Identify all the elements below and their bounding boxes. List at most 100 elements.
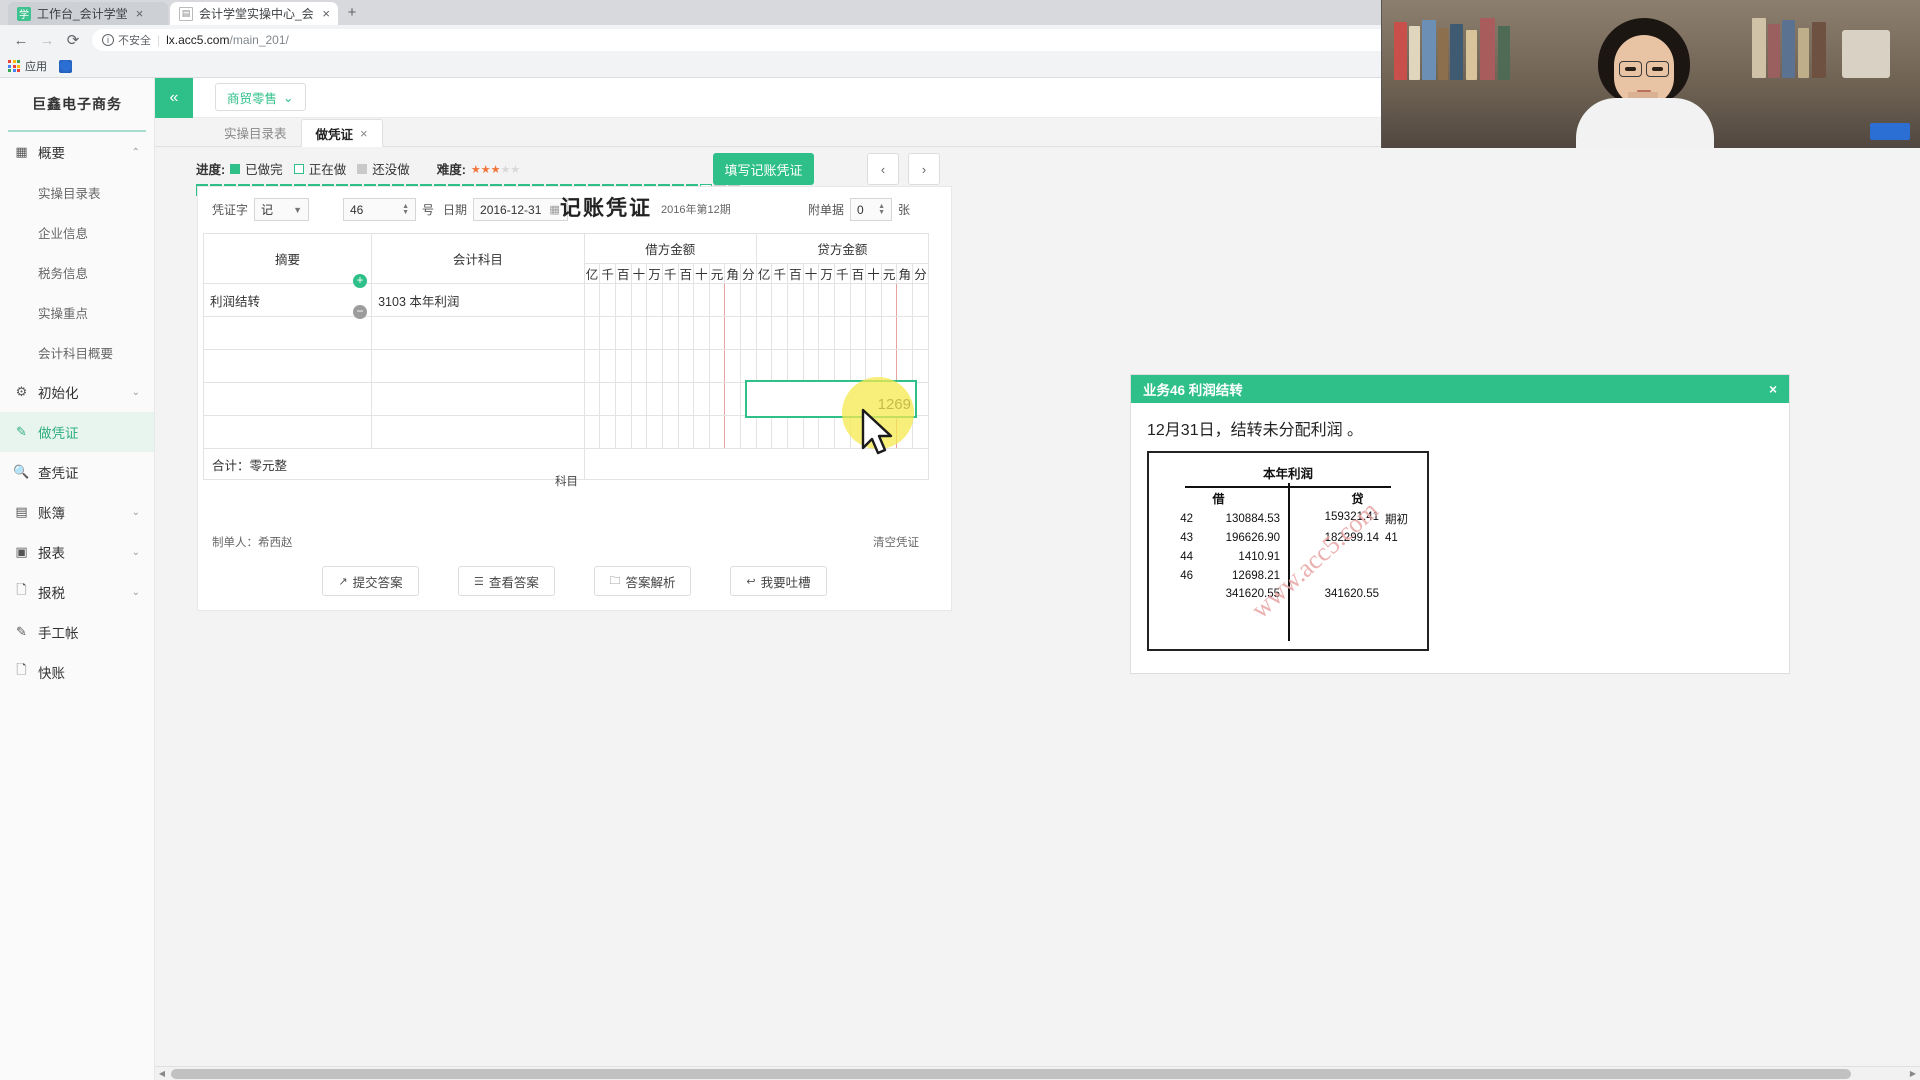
sidebar-item-reports[interactable]: ▣ 报表 ⌄	[0, 532, 154, 572]
row-amount-cell[interactable]	[630, 349, 648, 383]
row-amount-cell[interactable]	[802, 316, 820, 350]
sidebar-item-manual-book[interactable]: ✎ 手工帐	[0, 612, 154, 652]
voucher-row[interactable]: 利润结转 3103 本年利润	[202, 283, 929, 317]
row-amount-cell[interactable]	[646, 349, 663, 383]
voucher-row[interactable]	[202, 316, 929, 350]
row-amount-cell[interactable]	[912, 415, 929, 449]
row-amount-cell[interactable]	[912, 316, 929, 350]
browser-tab-2-close-icon[interactable]: ×	[322, 6, 330, 21]
row-summary-cell[interactable]	[202, 316, 373, 350]
sidebar-item-ledger[interactable]: ▤ 账簿 ⌄	[0, 492, 154, 532]
sidebar-item-company-info[interactable]: 企业信息	[0, 212, 154, 252]
row-account-cell[interactable]	[371, 349, 585, 383]
horizontal-scrollbar[interactable]: ◀ ▶	[155, 1066, 1920, 1080]
row-amount-cell[interactable]	[661, 316, 679, 350]
voucher-row[interactable]	[202, 415, 929, 449]
sidebar-item-tax-filing[interactable]: 🗋 报税 ⌄	[0, 572, 154, 612]
row-amount-cell[interactable]	[693, 415, 710, 449]
security-indicator[interactable]: i 不安全	[102, 32, 151, 48]
row-amount-cell[interactable]	[740, 316, 757, 350]
row-amount-cell[interactable]	[599, 316, 616, 350]
row-account-cell[interactable]	[371, 382, 585, 416]
row-amount-cell[interactable]	[896, 283, 914, 317]
row-amount-cell[interactable]	[880, 316, 898, 350]
back-button[interactable]: ←	[8, 27, 34, 53]
row-amount-cell[interactable]	[693, 316, 710, 350]
view-answer-button[interactable]: ☰ 查看答案	[458, 566, 555, 596]
row-amount-cell[interactable]	[583, 415, 601, 449]
double-chevron-left-icon[interactable]: «	[155, 78, 193, 118]
row-amount-cell[interactable]	[583, 283, 601, 317]
row-amount-cell[interactable]	[583, 382, 601, 416]
row-amount-cell[interactable]	[771, 349, 789, 383]
sidebar-item-overview[interactable]: ▦ 概要 ⌃	[0, 132, 154, 172]
row-amount-cell[interactable]	[912, 349, 929, 383]
row-summary-cell[interactable]: 利润结转	[202, 283, 373, 317]
row-amount-cell[interactable]	[583, 349, 601, 383]
sidebar-item-key-points[interactable]: 实操重点	[0, 292, 154, 332]
row-amount-cell[interactable]	[708, 283, 726, 317]
row-amount-cell[interactable]	[818, 349, 835, 383]
prev-task-button[interactable]: ‹	[867, 153, 899, 185]
new-tab-button[interactable]: +	[338, 2, 366, 25]
row-summary-cell[interactable]	[202, 349, 373, 383]
number-stepper[interactable]: ▲ ▼	[402, 203, 409, 216]
row-amount-cell[interactable]	[630, 382, 648, 416]
sidebar-item-quick-account[interactable]: 🗋 快账	[0, 652, 154, 692]
attachment-stepper[interactable]: ▲ ▼	[878, 203, 885, 216]
row-amount-cell[interactable]	[630, 283, 648, 317]
scroll-left-icon[interactable]: ◀	[155, 1067, 169, 1080]
row-amount-cell[interactable]	[661, 349, 679, 383]
row-amount-cell[interactable]	[661, 283, 679, 317]
row-summary-cell[interactable]	[202, 382, 373, 416]
row-amount-cell[interactable]	[787, 349, 804, 383]
row-amount-cell[interactable]	[630, 415, 648, 449]
row-amount-cell[interactable]	[599, 349, 616, 383]
row-amount-cell[interactable]	[677, 283, 695, 317]
row-amount-cell[interactable]	[677, 316, 695, 350]
row-amount-cell[interactable]	[646, 316, 663, 350]
row-amount-cell[interactable]	[693, 349, 710, 383]
row-amount-cell[interactable]	[755, 283, 773, 317]
next-task-button[interactable]: ›	[908, 153, 940, 185]
row-amount-cell[interactable]	[708, 382, 726, 416]
row-amount-cell[interactable]	[802, 283, 820, 317]
row-amount-cell[interactable]	[771, 316, 789, 350]
row-amount-cell[interactable]	[865, 316, 882, 350]
row-amount-cell[interactable]	[896, 316, 914, 350]
row-amount-cell[interactable]	[833, 283, 851, 317]
sidebar-item-tax-info[interactable]: 税务信息	[0, 252, 154, 292]
row-amount-cell[interactable]	[646, 415, 663, 449]
voucher-word-select[interactable]: 记 ▼	[254, 198, 310, 221]
row-amount-cell[interactable]	[599, 382, 616, 416]
row-amount-cell[interactable]	[787, 415, 804, 449]
row-amount-cell[interactable]	[740, 415, 757, 449]
browser-tab-2[interactable]: ▤ 会计学堂实操中心_会计学 ×	[170, 2, 338, 25]
submit-answer-button[interactable]: ↗ 提交答案	[322, 566, 419, 596]
row-amount-cell[interactable]	[818, 415, 835, 449]
row-amount-cell[interactable]	[724, 349, 741, 383]
row-amount-cell[interactable]	[615, 349, 632, 383]
row-amount-cell[interactable]	[818, 283, 835, 317]
row-amount-cell[interactable]	[724, 316, 741, 350]
row-amount-cell[interactable]	[740, 283, 757, 317]
sidebar-item-make-voucher[interactable]: ✎ 做凭证	[0, 412, 154, 452]
row-amount-cell[interactable]	[708, 415, 726, 449]
reload-button[interactable]: ⟳	[60, 27, 86, 53]
sidebar-item-account-subjects[interactable]: 会计科目概要	[0, 332, 154, 372]
scrollbar-thumb[interactable]	[171, 1069, 1851, 1079]
row-amount-cell[interactable]	[583, 316, 601, 350]
row-account-cell[interactable]	[371, 316, 585, 350]
row-amount-cell[interactable]	[646, 283, 663, 317]
remove-row-button[interactable]: −	[353, 305, 367, 319]
scroll-right-icon[interactable]: ▶	[1906, 1067, 1920, 1080]
browser-tab-1[interactable]: 学 工作台_会计学堂 ×	[8, 2, 168, 25]
row-amount-cell[interactable]	[677, 349, 695, 383]
row-amount-cell[interactable]	[661, 382, 679, 416]
browser-tab-1-close-icon[interactable]: ×	[136, 6, 144, 21]
row-amount-cell[interactable]	[677, 382, 695, 416]
row-amount-cell[interactable]	[755, 349, 773, 383]
voucher-number-input[interactable]: 46 ▲ ▼	[343, 198, 416, 221]
row-amount-cell[interactable]	[599, 415, 616, 449]
row-amount-cell[interactable]	[802, 349, 820, 383]
